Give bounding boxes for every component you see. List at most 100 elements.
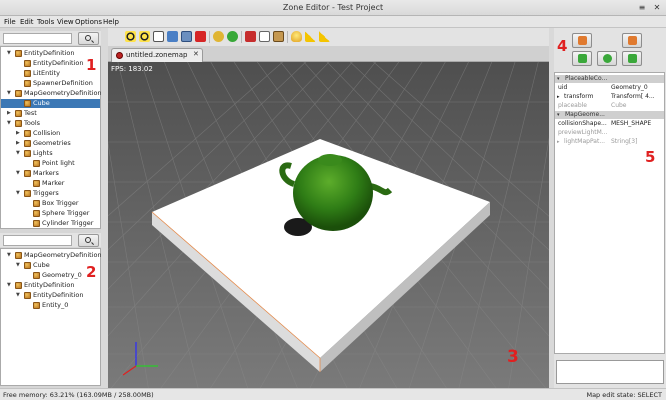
scene-tree-item-label: Geometry_0 <box>42 271 82 279</box>
save-icon[interactable] <box>181 31 192 42</box>
document-icon[interactable] <box>153 31 164 42</box>
open-folder-icon[interactable] <box>167 31 178 42</box>
expand-right-icon[interactable]: ▶ <box>7 109 11 118</box>
annotation-3: 3 <box>507 347 519 367</box>
property-key: PlaceableCo... <box>565 75 608 82</box>
property-group-header[interactable]: ▾ MapGeome... <box>555 111 664 119</box>
add-component-button[interactable] <box>572 33 592 48</box>
expand-down-icon[interactable]: ▼ <box>7 251 11 260</box>
tab-label: untitled.zonemap <box>126 51 188 59</box>
bottom-tree-search-row <box>0 233 101 247</box>
definition-icon <box>15 90 22 97</box>
property-description-box <box>556 360 664 384</box>
property-row[interactable]: ▸ transform Transform[ 4... <box>555 93 664 101</box>
property-row[interactable]: collisionShape... MESH_SHAPE <box>555 120 664 128</box>
definition-tree-item-label: Triggers <box>33 189 59 197</box>
definition-icon <box>24 150 31 157</box>
rotate-tool-button[interactable] <box>597 51 617 66</box>
property-key: previewLightM... <box>558 129 608 136</box>
expand-right-icon[interactable]: ▸ <box>557 138 560 146</box>
menu-file[interactable]: File <box>4 18 16 26</box>
property-row[interactable]: placeable Cube <box>555 102 664 110</box>
definition-tree-item[interactable]: Cube <box>1 99 100 108</box>
definition-icon <box>24 70 31 77</box>
menu-tools[interactable]: Tools <box>37 18 54 26</box>
definition-tree-item-label: Geometries <box>33 139 71 147</box>
expand-down-icon[interactable]: ▼ <box>7 119 11 128</box>
top-tree-search-input[interactable] <box>3 33 72 44</box>
definition-icon <box>24 190 31 197</box>
property-value[interactable]: Transform[ 4... <box>611 93 664 101</box>
radiation-icon[interactable] <box>139 31 150 42</box>
cut-icon[interactable] <box>245 31 256 42</box>
teapot-body[interactable] <box>293 155 373 231</box>
radiation-icon[interactable] <box>125 31 136 42</box>
redo-icon[interactable] <box>213 31 224 42</box>
definition-icon <box>33 272 40 279</box>
definition-icon <box>15 252 22 259</box>
tab-close-icon[interactable]: ✕ <box>193 50 199 58</box>
expand-down-icon[interactable]: ▼ <box>7 281 11 290</box>
property-value[interactable]: Cube <box>611 102 664 110</box>
close-red-icon[interactable] <box>195 31 206 42</box>
definition-icon <box>33 220 40 227</box>
definition-tree-item-label: Sphere Trigger <box>42 209 90 217</box>
expand-down-icon[interactable]: ▼ <box>7 89 11 98</box>
definition-icon <box>15 120 22 127</box>
expand-down-icon[interactable]: ▼ <box>16 149 20 158</box>
scene-tree-item-label: Entity_0 <box>42 301 69 309</box>
collapse-icon[interactable]: ▾ <box>557 75 560 83</box>
window-menu-button[interactable]: ≡ <box>636 2 648 13</box>
expand-down-icon[interactable]: ▼ <box>16 189 20 198</box>
memory-status: Free memory: 63.21% (163.09MB / 258.00MB… <box>3 391 154 399</box>
property-row[interactable]: uid Geometry_0 <box>555 84 664 92</box>
expand-down-icon[interactable]: ▼ <box>16 291 20 300</box>
property-group-header[interactable]: ▾ PlaceableCo... <box>555 75 664 83</box>
property-value[interactable]: Geometry_0 <box>611 84 664 92</box>
scene-tree-item-label: EntityDefinition <box>33 291 84 299</box>
redo-green-icon[interactable] <box>227 31 238 42</box>
title-bar: Zone Editor - Test Project ≡ ✕ <box>0 0 666 16</box>
bottom-tree-search-input[interactable] <box>3 235 72 246</box>
expand-down-icon[interactable]: ▼ <box>16 169 20 178</box>
left-splitter[interactable] <box>101 28 108 388</box>
definition-tree-item-label: EntityDefinition <box>33 59 84 67</box>
annotation-4: 4 <box>557 37 568 55</box>
move-tool-button[interactable] <box>572 51 592 66</box>
property-row[interactable]: previewLightM... <box>555 129 664 137</box>
menu-options[interactable]: Options <box>75 18 102 26</box>
copy-icon[interactable] <box>259 31 270 42</box>
expand-down-icon[interactable]: ▼ <box>7 49 11 58</box>
property-value[interactable]: MESH_SHAPE <box>611 120 664 128</box>
top-tree-search-button[interactable] <box>78 32 99 45</box>
zonemap-icon <box>116 52 123 59</box>
property-value[interactable]: String[3] <box>611 138 664 146</box>
bottom-tree-search-button[interactable] <box>78 234 99 247</box>
window-close-button[interactable]: ✕ <box>651 2 663 13</box>
property-row[interactable]: ▸ lightMapPat... String[3] <box>555 138 664 146</box>
bulb-icon[interactable] <box>291 31 302 42</box>
cube-orange-icon <box>628 36 637 45</box>
menu-view[interactable]: View <box>57 18 74 26</box>
viewport-scene <box>108 62 549 388</box>
definition-tree-item-label: EntityDefinition <box>24 49 75 57</box>
menu-edit[interactable]: Edit <box>20 18 34 26</box>
expand-right-icon[interactable]: ▶ <box>16 139 20 148</box>
radiation-warning-icon[interactable] <box>319 31 330 42</box>
warning-icon[interactable] <box>305 31 316 42</box>
definition-tree-item-label: MapGeometryDefinition <box>24 89 102 97</box>
collapse-icon[interactable]: ▾ <box>557 111 560 119</box>
scale-tool-button[interactable] <box>622 51 642 66</box>
toolbar-separator <box>287 31 288 43</box>
definition-tree-item-label: Markers <box>33 169 59 177</box>
paste-icon[interactable] <box>273 31 284 42</box>
expand-down-icon[interactable]: ▼ <box>16 261 20 270</box>
expand-right-icon[interactable]: ▸ <box>557 93 560 101</box>
remove-component-button[interactable] <box>622 33 642 48</box>
expand-right-icon[interactable]: ▶ <box>16 129 20 138</box>
3d-viewport[interactable]: FPS: 183.02 3 <box>108 62 549 388</box>
tab-untitled-zonemap[interactable]: untitled.zonemap ✕ <box>111 48 203 62</box>
definition-tree-item-label: Marker <box>42 179 65 187</box>
search-icon <box>85 35 91 41</box>
menu-help[interactable]: Help <box>103 18 119 26</box>
